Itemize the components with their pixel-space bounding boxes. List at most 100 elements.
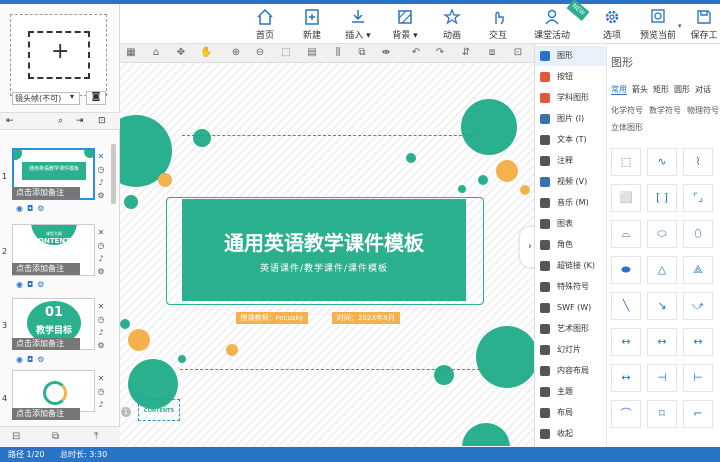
insert-music-item[interactable]: 音乐 (M) (535, 193, 607, 213)
interaction-button[interactable]: 交互 (474, 8, 522, 41)
clock-icon[interactable]: ◷ (98, 315, 105, 324)
table-icon[interactable]: ▤ (306, 47, 318, 59)
preview-dropdown-icon[interactable]: ▾ (678, 22, 682, 30)
subtab-3d[interactable]: 立体图形 (611, 123, 643, 132)
add-frame-box[interactable]: + (10, 14, 107, 96)
shape-item[interactable]: ⟁ (683, 256, 713, 284)
mic-icon[interactable]: ♪ (98, 254, 103, 263)
mic-icon[interactable]: ♪ (98, 400, 103, 409)
shape-item[interactable]: ⌑ (647, 400, 677, 428)
close-icon[interactable]: ✕ (98, 152, 105, 161)
shape-item[interactable]: ⌜⌟ (683, 184, 713, 212)
subtab-physics[interactable]: 物理符号 (687, 106, 719, 115)
home-view-icon[interactable]: ⌂ (150, 47, 162, 59)
add-note-button[interactable]: 点击添加备注 (12, 187, 80, 199)
background-button[interactable]: 背景 ▾ (381, 8, 429, 41)
shape-item[interactable]: ⌐ (683, 400, 713, 428)
collapse-panel-icon[interactable]: › (520, 227, 534, 267)
zoom-out-icon[interactable]: ⊖ (254, 47, 266, 59)
insert-button[interactable]: 插入 ▾ (334, 8, 382, 41)
insert-text-item[interactable]: 文本 (T) (535, 130, 607, 150)
camera-icon[interactable]: ◙ (86, 91, 106, 105)
add-note-button[interactable]: 点击添加备注 (12, 263, 80, 275)
shape-item[interactable]: ⊣ (647, 364, 677, 392)
subtab-math[interactable]: 数学符号 (649, 106, 681, 115)
shape-item[interactable]: ⊢ (683, 364, 713, 392)
shape-item[interactable]: ⤻ (683, 292, 713, 320)
move-top-icon[interactable]: ⤒ (94, 431, 98, 442)
save-button[interactable]: 保存工 (686, 8, 720, 41)
tab-common[interactable]: 常用 (611, 85, 627, 95)
arrange-icon[interactable]: ⇵ (460, 47, 472, 59)
insert-video-item[interactable]: 视频 (V) (535, 172, 607, 192)
insert-chart-item[interactable]: 图表 (535, 214, 607, 234)
tab-dialog[interactable]: 对话 (695, 85, 711, 94)
shape-item[interactable]: ↔ (647, 328, 677, 356)
home-button[interactable]: 首页 (241, 8, 289, 41)
add-note-button[interactable]: 点击添加备注 (12, 408, 80, 420)
shape-item[interactable]: ⬜ (611, 184, 641, 212)
insert-buttons-item[interactable]: 按钮 (535, 67, 607, 87)
shape-item[interactable]: ⬚ (611, 148, 641, 176)
shape-item[interactable]: ↔ (611, 364, 641, 392)
layer-icon[interactable]: ⧈ (486, 47, 498, 59)
shape-item[interactable]: ∿ (647, 148, 677, 176)
shape-item[interactable]: ↘ (647, 292, 677, 320)
mic-icon[interactable]: ♪ (98, 328, 103, 337)
preview-button[interactable]: 预览当前 (634, 8, 682, 41)
shape-item[interactable]: ⌒ (611, 400, 641, 428)
insert-subject-shapes-item[interactable]: 学科图形 (535, 88, 607, 108)
grid-icon[interactable]: ▦ (125, 47, 137, 59)
zoom-in-icon[interactable]: ⊕ (230, 47, 242, 59)
shape-item[interactable]: ↔ (611, 328, 641, 356)
copy-slide-icon[interactable]: ⧉ (52, 431, 59, 442)
tab-circles[interactable]: 圆形 (674, 85, 690, 94)
tab-rectangles[interactable]: 矩形 (653, 85, 669, 94)
animation-button[interactable]: 动画 (428, 8, 476, 41)
undo-icon[interactable]: ↶ (410, 47, 422, 59)
new-button[interactable]: 新建 (288, 8, 336, 41)
insert-content-layout-item[interactable]: 内容布局 (535, 361, 607, 381)
first-slide-icon[interactable]: ⇤ (6, 116, 14, 126)
shape-item[interactable]: ⌓ (611, 220, 641, 248)
delete-slide-icon[interactable]: ⊟ (12, 431, 20, 442)
class-activity-button[interactable]: 课堂活动 (526, 8, 578, 41)
add-note-button[interactable]: 点击添加备注 (12, 338, 80, 350)
last-slide-icon[interactable]: ⇥ (76, 116, 84, 126)
slide-actions-icons[interactable]: ◉◘⚙ (16, 355, 48, 364)
insert-art-shapes-item[interactable]: 艺术图形 (535, 319, 607, 339)
shape-item[interactable]: ↔ (683, 328, 713, 356)
insert-image-item[interactable]: 图片 (I) (535, 109, 607, 129)
settings-icon[interactable]: ⚙ (97, 267, 104, 276)
pan-icon[interactable]: ✋ (200, 47, 212, 59)
shape-item[interactable]: ⌇ (683, 148, 713, 176)
options-button[interactable]: 选项 (588, 8, 636, 41)
settings-icon[interactable]: ⚙ (97, 191, 104, 200)
shape-item[interactable]: ⬬ (611, 256, 641, 284)
shape-item[interactable]: △ (647, 256, 677, 284)
copy-icon[interactable]: ⧉ (356, 47, 368, 59)
close-icon[interactable]: ✕ (98, 302, 105, 311)
fit-screen-icon[interactable]: ⬚ (280, 47, 292, 59)
scrollbar-thumb[interactable] (111, 144, 116, 204)
insert-special-symbols-item[interactable]: 特殊符号 (535, 277, 607, 297)
slide-actions-icons[interactable]: ◉◘⚙ (16, 204, 48, 213)
clock-icon[interactable]: ◷ (98, 165, 105, 174)
settings-icon[interactable]: ⚙ (97, 341, 104, 350)
redo-icon[interactable]: ↷ (434, 47, 446, 59)
search-icon[interactable]: ⌕ (58, 116, 63, 126)
slide-actions-icons[interactable]: ◉◘⚙ (16, 280, 48, 289)
distribute-icon[interactable]: ⇼ (380, 47, 392, 59)
tab-arrows[interactable]: 箭头 (632, 85, 648, 94)
insert-theme-item[interactable]: 主题 (535, 382, 607, 402)
shape-item[interactable]: ╲ (611, 292, 641, 320)
clock-icon[interactable]: ◷ (98, 241, 105, 250)
slide-canvas[interactable]: 通用英语教学课件模板 英语课件/教学课件/课件模板 授课教师：Focusky 时… (120, 63, 534, 446)
align-icon[interactable]: ⫼ (332, 47, 344, 59)
insert-collapse-item[interactable]: 收起 (535, 424, 607, 444)
shape-item[interactable]: ⬭ (647, 220, 677, 248)
move-icon[interactable]: ✥ (175, 47, 187, 59)
shape-item[interactable]: [ ] (647, 184, 677, 212)
insert-swf-item[interactable]: SWF (W) (535, 298, 607, 318)
lock-icon[interactable]: ⊡ (512, 47, 524, 59)
